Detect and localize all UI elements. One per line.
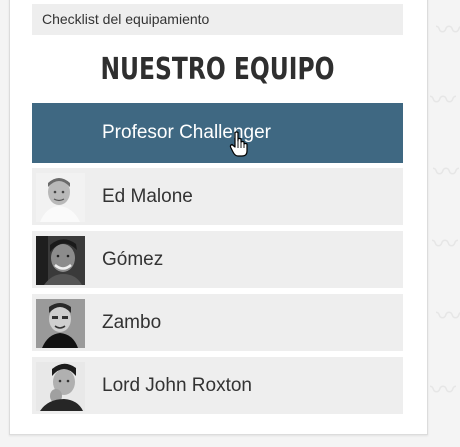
background-bird-icon: 〰	[430, 86, 457, 116]
background-bird-icon: 〰	[436, 302, 460, 332]
avatar	[36, 236, 85, 285]
checklist-link[interactable]: Checklist del equipamiento	[32, 4, 403, 35]
person-photo-icon	[36, 236, 85, 285]
team-member-name: Zambo	[102, 311, 162, 333]
team-member-name: Ed Malone	[102, 185, 193, 207]
team-member-gomez[interactable]: Gómez	[32, 231, 403, 288]
background-bird-icon: 〰	[430, 376, 457, 406]
team-member-profesor-challenger[interactable]: Profesor Challenger	[32, 103, 403, 163]
team-member-name: Gómez	[102, 248, 164, 270]
avatar	[36, 299, 85, 348]
team-member-zambo[interactable]: Zambo	[32, 294, 403, 351]
person-photo-icon	[36, 362, 85, 411]
team-panel: Checklist del equipamiento NUESTRO EQUIP…	[9, 0, 428, 435]
team-member-ed-malone[interactable]: Ed Malone	[32, 168, 403, 225]
background-bird-icon: 〰	[436, 16, 460, 46]
person-photo-icon	[36, 173, 85, 222]
background-bird-icon: 〰	[433, 158, 460, 188]
person-photo-icon	[36, 299, 85, 348]
team-member-lord-john-roxton[interactable]: Lord John Roxton	[32, 357, 403, 414]
avatar	[36, 173, 85, 222]
hand-cursor-icon	[229, 131, 248, 157]
avatar	[36, 362, 85, 411]
checklist-label: Checklist del equipamiento	[42, 11, 210, 27]
background-bird-icon: 〰	[432, 230, 459, 260]
team-title: NUESTRO EQUIPO	[100, 52, 335, 87]
team-member-name: Lord John Roxton	[102, 374, 252, 396]
